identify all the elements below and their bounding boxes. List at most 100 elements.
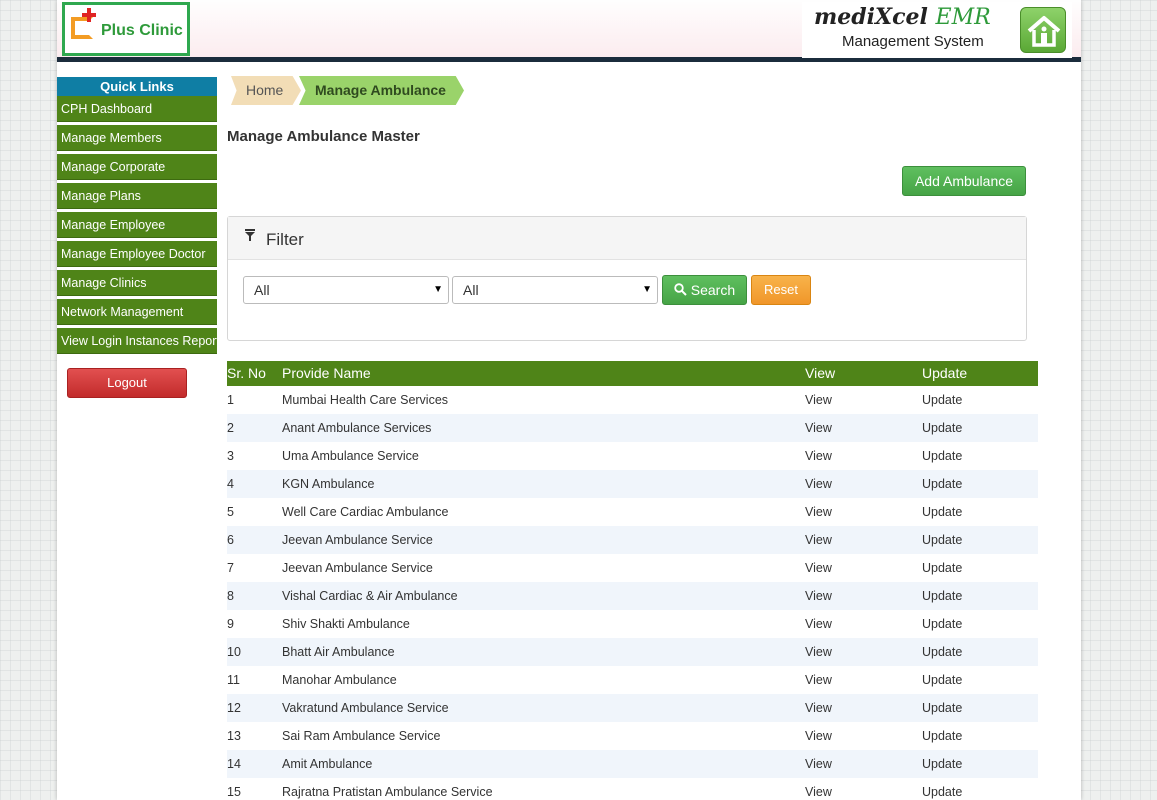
- row-provider-name: Jeevan Ambulance Service: [282, 561, 433, 575]
- header-sr-no: Sr. No: [227, 365, 266, 381]
- row-provider-name: Shiv Shakti Ambulance: [282, 617, 410, 631]
- table-row: 4 KGN Ambulance View Update: [227, 470, 1038, 498]
- row-provider-name: Rajratna Pratistan Ambulance Service: [282, 785, 493, 799]
- row-sr-no: 12: [227, 701, 241, 715]
- row-sr-no: 7: [227, 561, 234, 575]
- plus-clinic-logo[interactable]: Plus Clinic: [62, 2, 190, 56]
- row-sr-no: 6: [227, 533, 234, 547]
- table-row: 12 Vakratund Ambulance Service View Update: [227, 694, 1038, 722]
- row-sr-no: 5: [227, 505, 234, 519]
- row-update-link[interactable]: Update: [922, 666, 962, 694]
- filter-label: Filter: [266, 230, 304, 249]
- sidebar-item-view-login-instances-report[interactable]: View Login Instances Report: [57, 328, 217, 354]
- row-update-link[interactable]: Update: [922, 414, 962, 442]
- row-update-link[interactable]: Update: [922, 554, 962, 582]
- filter-select-1-value: All: [254, 282, 270, 298]
- row-view-link[interactable]: View: [805, 722, 832, 750]
- row-sr-no: 10: [227, 645, 241, 659]
- row-provider-name: Jeevan Ambulance Service: [282, 533, 433, 547]
- row-sr-no: 15: [227, 785, 241, 799]
- sidebar-item-network-management[interactable]: Network Management: [57, 299, 217, 325]
- row-provider-name: Bhatt Air Ambulance: [282, 645, 395, 659]
- logo-text: Plus Clinic: [101, 22, 183, 39]
- sidebar-item-manage-clinics[interactable]: Manage Clinics: [57, 270, 217, 296]
- row-update-link[interactable]: Update: [922, 750, 962, 778]
- row-update-link[interactable]: Update: [922, 386, 962, 414]
- table-row: 10 Bhatt Air Ambulance View Update: [227, 638, 1038, 666]
- row-update-link[interactable]: Update: [922, 526, 962, 554]
- row-view-link[interactable]: View: [805, 442, 832, 470]
- row-sr-no: 2: [227, 421, 234, 435]
- row-sr-no: 4: [227, 477, 234, 491]
- row-view-link[interactable]: View: [805, 694, 832, 722]
- header-provider-name: Provide Name: [282, 365, 371, 381]
- logout-button[interactable]: Logout: [67, 368, 187, 398]
- table-row: 6 Jeevan Ambulance Service View Update: [227, 526, 1038, 554]
- row-update-link[interactable]: Update: [922, 470, 962, 498]
- add-ambulance-button[interactable]: Add Ambulance: [902, 166, 1026, 196]
- table-row: 1 Mumbai Health Care Services View Update: [227, 386, 1038, 414]
- filter-icon: [245, 229, 255, 241]
- row-update-link[interactable]: Update: [922, 694, 962, 722]
- row-provider-name: Anant Ambulance Services: [282, 421, 432, 435]
- table-row: 15 Rajratna Pratistan Ambulance Service Vi…: [227, 778, 1038, 800]
- row-provider-name: Uma Ambulance Service: [282, 449, 419, 463]
- brand-banner: mediXcel EMR Management System: [802, 2, 1072, 58]
- row-sr-no: 1: [227, 393, 234, 407]
- sidebar-item-manage-employee[interactable]: Manage Employee: [57, 212, 217, 238]
- row-update-link[interactable]: Update: [922, 498, 962, 526]
- table-row: 8 Vishal Cardiac & Air Ambulance View Updat…: [227, 582, 1038, 610]
- row-sr-no: 11: [227, 673, 240, 687]
- brand-emr: EMR: [935, 5, 991, 30]
- dropdown-arrow-icon: ▼: [642, 284, 652, 295]
- table-row: 2 Anant Ambulance Services View Update: [227, 414, 1038, 442]
- reset-button[interactable]: Reset: [751, 275, 811, 305]
- row-update-link[interactable]: Update: [922, 610, 962, 638]
- table-row: 9 Shiv Shakti Ambulance View Update: [227, 610, 1038, 638]
- ambulance-table: Sr. No Provide Name View Update 1 Mumbai …: [227, 361, 1038, 800]
- row-update-link[interactable]: Update: [922, 442, 962, 470]
- sidebar-item-manage-plans[interactable]: Manage Plans: [57, 183, 217, 209]
- row-view-link[interactable]: View: [805, 386, 832, 414]
- row-view-link[interactable]: View: [805, 582, 832, 610]
- row-view-link[interactable]: View: [805, 610, 832, 638]
- filter-header[interactable]: Filter: [228, 217, 1026, 260]
- home-button[interactable]: [1020, 7, 1066, 53]
- row-view-link[interactable]: View: [805, 554, 832, 582]
- sidebar-item-manage-members[interactable]: Manage Members: [57, 125, 217, 151]
- row-view-link[interactable]: View: [805, 638, 832, 666]
- row-view-link[interactable]: View: [805, 778, 832, 800]
- row-view-link[interactable]: View: [805, 498, 832, 526]
- breadcrumb-home[interactable]: Home: [231, 76, 301, 105]
- search-icon: [674, 283, 687, 296]
- sidebar-item-cph-dashboard[interactable]: CPH Dashboard: [57, 96, 217, 122]
- search-button[interactable]: Search: [662, 275, 747, 305]
- row-update-link[interactable]: Update: [922, 778, 962, 800]
- header: Plus Clinic mediXcel EMR Management Syst…: [57, 0, 1081, 62]
- page-title: Manage Ambulance Master: [227, 128, 420, 145]
- row-sr-no: 14: [227, 757, 241, 771]
- table-body: 1 Mumbai Health Care Services View Update 2 A…: [227, 386, 1038, 800]
- row-update-link[interactable]: Update: [922, 638, 962, 666]
- table-row: 14 Amit Ambulance View Update: [227, 750, 1038, 778]
- brand-subtitle: Management System: [842, 33, 984, 50]
- row-view-link[interactable]: View: [805, 750, 832, 778]
- row-provider-name: Well Care Cardiac Ambulance: [282, 505, 449, 519]
- header-update: Update: [922, 365, 968, 381]
- table-row: 13 Sai Ram Ambulance Service View Update: [227, 722, 1038, 750]
- sidebar-item-manage-employee-doctor[interactable]: Manage Employee Doctor: [57, 241, 217, 267]
- filter-panel: Filter All ▼ All ▼ Search Reset: [227, 216, 1027, 341]
- row-update-link[interactable]: Update: [922, 582, 962, 610]
- filter-select-2[interactable]: All ▼: [452, 276, 658, 304]
- table-row: 7 Jeevan Ambulance Service View Update: [227, 554, 1038, 582]
- row-update-link[interactable]: Update: [922, 722, 962, 750]
- row-provider-name: Mumbai Health Care Services: [282, 393, 449, 407]
- row-view-link[interactable]: View: [805, 526, 832, 554]
- row-view-link[interactable]: View: [805, 414, 832, 442]
- sidebar-item-manage-corporate[interactable]: Manage Corporate: [57, 154, 217, 180]
- row-view-link[interactable]: View: [805, 470, 832, 498]
- filter-select-1[interactable]: All ▼: [243, 276, 449, 304]
- row-view-link[interactable]: View: [805, 666, 832, 694]
- table-row: 3 Uma Ambulance Service View Update: [227, 442, 1038, 470]
- row-provider-name: Manohar Ambulance: [282, 673, 397, 687]
